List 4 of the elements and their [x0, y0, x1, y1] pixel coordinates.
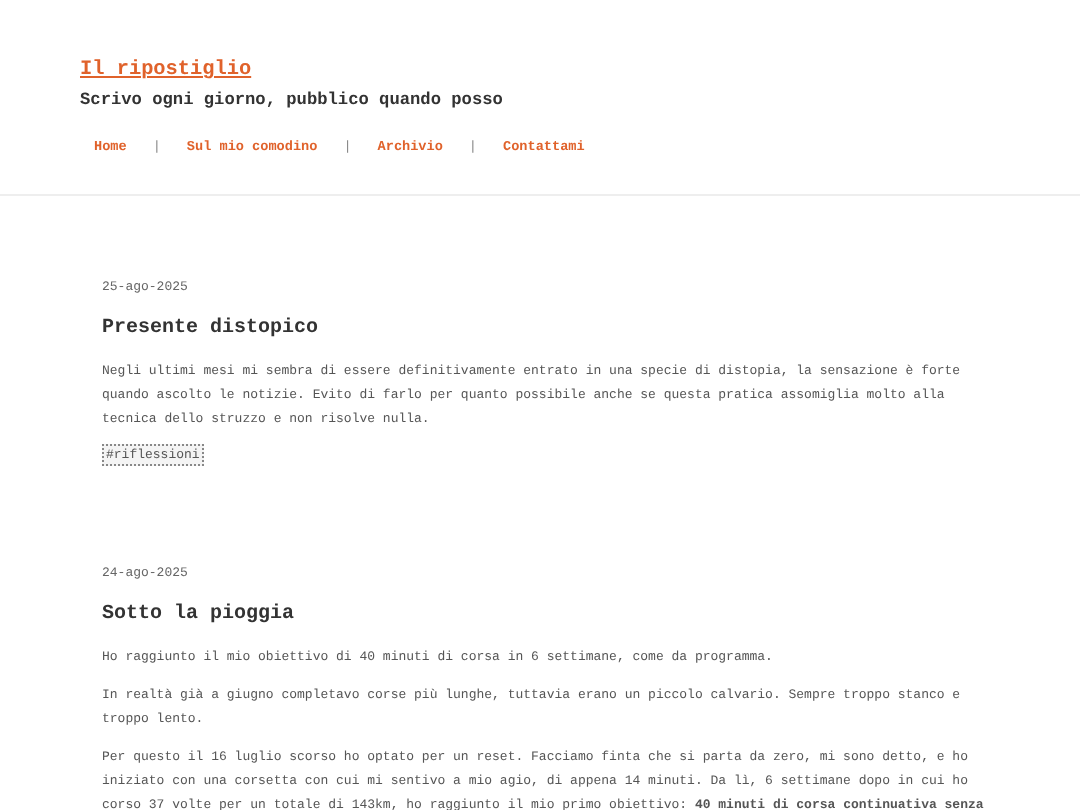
site-tagline: Scrivo ogni giorno, pubblico quando posso: [80, 88, 505, 112]
post-title[interactable]: Presente distopico: [102, 316, 319, 344]
post-title[interactable]: Sotto la pioggia: [102, 602, 295, 630]
site-title[interactable]: Il ripostiglio: [80, 58, 252, 86]
